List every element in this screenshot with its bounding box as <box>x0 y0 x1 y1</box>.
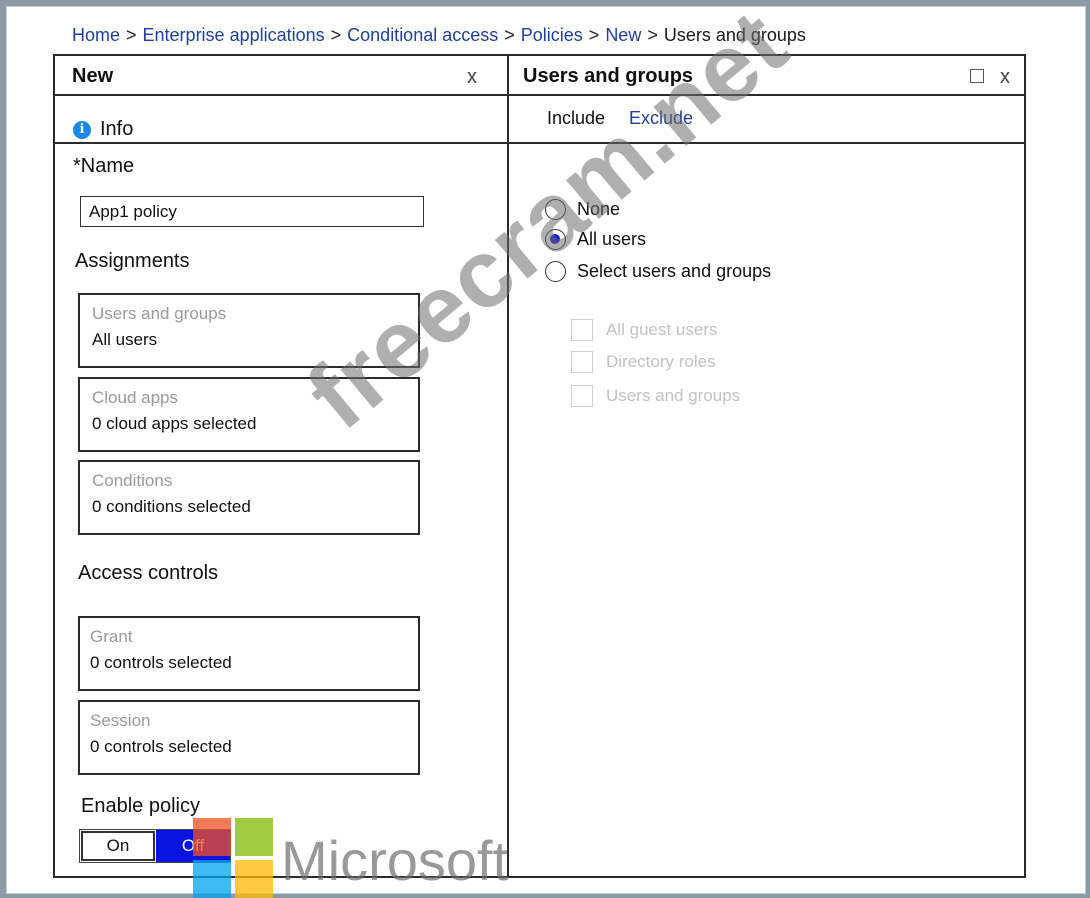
info-link[interactable]: i Info <box>73 118 133 141</box>
radio-all-users[interactable]: All users <box>545 229 646 250</box>
card-value: 0 controls selected <box>90 653 232 672</box>
breadcrumb-separator: > <box>504 25 515 45</box>
card-value: All users <box>92 330 158 349</box>
divider <box>509 142 1024 144</box>
checkbox-users-and-groups: Users and groups <box>571 385 740 407</box>
cloud-apps-card[interactable]: Cloud apps 0 cloud apps selected <box>78 377 420 452</box>
assignments-heading: Assignments <box>75 250 190 272</box>
breadcrumb-conditional-access[interactable]: Conditional access <box>347 25 498 45</box>
info-label: Info <box>100 118 134 140</box>
divider <box>55 142 507 144</box>
blade-title: New <box>72 65 114 87</box>
tab-exclude[interactable]: Exclude <box>629 108 693 129</box>
card-caption: Users and groups <box>92 304 227 323</box>
checkbox-label: Users and groups <box>606 386 741 405</box>
breadcrumb-separator: > <box>126 25 137 45</box>
checkbox <box>571 351 593 373</box>
checkbox-label: Directory roles <box>606 352 716 371</box>
checkbox <box>571 319 593 341</box>
breadcrumb-separator: > <box>330 25 342 45</box>
divider <box>55 94 507 96</box>
checkbox-label: All guest users <box>606 320 718 339</box>
new-policy-blade: New x i Info *Name Assignments Users and… <box>53 54 509 878</box>
checkbox <box>571 385 593 407</box>
info-icon: i <box>73 120 91 139</box>
breadcrumb-separator: > <box>588 25 600 45</box>
name-label: *Name <box>73 155 135 177</box>
blade-title: Users and groups <box>523 65 694 87</box>
toggle-off-button[interactable]: Off <box>156 830 230 862</box>
enable-policy-label: Enable policy <box>81 795 200 817</box>
close-button[interactable]: x <box>1000 66 1010 89</box>
conditions-card[interactable]: Conditions 0 conditions selected <box>78 460 420 535</box>
card-value: 0 cloud apps selected <box>92 414 257 433</box>
breadcrumb-enterprise-applications[interactable]: Enterprise applications <box>143 25 325 45</box>
radio-label: None <box>577 199 621 219</box>
tab-include[interactable]: Include <box>547 108 605 129</box>
divider <box>509 94 1024 96</box>
access-controls-heading: Access controls <box>78 562 219 584</box>
breadcrumb-separator: > <box>647 25 658 45</box>
breadcrumb-new[interactable]: New <box>605 25 641 45</box>
grant-card[interactable]: Grant 0 controls selected <box>78 616 420 691</box>
radio-button[interactable] <box>545 261 566 282</box>
card-caption: Grant <box>90 627 133 646</box>
card-value: 0 controls selected <box>90 737 232 756</box>
checkbox-directory-roles: Directory roles <box>571 351 716 373</box>
breadcrumb-current: Users and groups <box>663 25 806 45</box>
enable-policy-toggle: On Off <box>79 829 231 863</box>
maximize-icon[interactable] <box>970 69 984 83</box>
session-card[interactable]: Session 0 controls selected <box>78 700 420 775</box>
card-caption: Session <box>90 711 151 730</box>
radio-label: Select users and groups <box>577 261 772 281</box>
policy-name-input[interactable] <box>80 196 424 227</box>
radio-button-selected[interactable] <box>545 229 566 250</box>
radio-label: All users <box>577 229 647 249</box>
radio-select-users-and-groups[interactable]: Select users and groups <box>545 261 771 282</box>
radio-button[interactable] <box>545 199 566 220</box>
breadcrumb-policies[interactable]: Policies <box>521 25 583 45</box>
card-caption: Cloud apps <box>92 388 179 407</box>
checkbox-all-guest-users: All guest users <box>571 319 718 341</box>
screenshot-frame: Home > Enterprise applications > Conditional… <box>6 0 1086 898</box>
users-and-groups-blade: Users and groups x Include Exclude None … <box>507 54 1026 878</box>
breadcrumb-home[interactable]: Home <box>72 25 120 45</box>
toggle-on-button[interactable]: On <box>81 831 155 861</box>
breadcrumb: Home > Enterprise applications > Conditional… <box>72 25 806 46</box>
close-button[interactable]: x <box>467 66 477 89</box>
radio-none[interactable]: None <box>545 199 620 220</box>
card-caption: Conditions <box>92 471 173 490</box>
card-value: 0 conditions selected <box>92 497 251 516</box>
users-and-groups-card[interactable]: Users and groups All users <box>78 293 420 368</box>
